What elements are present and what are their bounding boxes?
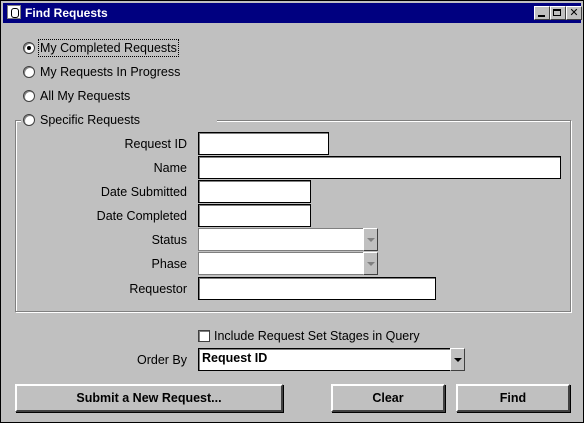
maximize-button[interactable]	[550, 6, 566, 20]
date-submitted-label: Date Submitted	[100, 185, 187, 199]
chevron-down-icon[interactable]	[450, 348, 465, 371]
find-button[interactable]: Find	[456, 384, 570, 412]
include-stages-label: Include Request Set Stages in Query	[214, 329, 420, 343]
date-completed-label: Date Completed	[96, 209, 187, 223]
radio-label: All My Requests	[40, 89, 131, 103]
radio-specific-requests[interactable]: Specific Requests	[23, 111, 140, 129]
phase-select[interactable]	[198, 252, 364, 275]
title-bar[interactable]: Find Requests ✕	[3, 3, 582, 23]
submit-new-request-button[interactable]: Submit a New Request...	[15, 384, 283, 412]
app-icon	[7, 5, 21, 19]
status-label: Status	[151, 233, 187, 247]
radio-label: My Requests In Progress	[40, 65, 181, 79]
chevron-down-icon[interactable]	[363, 228, 378, 251]
clear-button[interactable]: Clear	[331, 384, 445, 412]
radio-selected-icon[interactable]	[23, 42, 35, 54]
request-id-field[interactable]	[198, 132, 329, 155]
radio-label: My Completed Requests	[38, 39, 179, 57]
name-label: Name	[153, 161, 187, 175]
window-title: Find Requests	[25, 6, 108, 20]
status-select[interactable]	[198, 228, 364, 251]
date-completed-field[interactable]	[198, 204, 311, 227]
order-by-select[interactable]: Request ID	[198, 348, 451, 371]
requestor-label: Requestor	[129, 282, 187, 296]
name-field[interactable]	[198, 156, 561, 179]
order-by-label: Order By	[136, 353, 187, 367]
phase-label: Phase	[151, 257, 187, 271]
requestor-field[interactable]	[198, 277, 436, 300]
radio-unselected-icon[interactable]	[23, 66, 35, 78]
radio-my-requests-in-progress[interactable]: My Requests In Progress	[23, 63, 180, 81]
request-id-label: Request ID	[124, 137, 187, 151]
radio-my-completed-requests[interactable]: My Completed Requests	[23, 39, 179, 57]
chevron-down-icon[interactable]	[363, 252, 378, 275]
radio-unselected-icon[interactable]	[23, 114, 35, 126]
include-stages-checkbox[interactable]	[198, 330, 210, 342]
date-submitted-field[interactable]	[198, 180, 311, 203]
radio-unselected-icon[interactable]	[23, 90, 35, 102]
radio-label: Specific Requests	[40, 113, 141, 127]
find-requests-window: Find Requests ✕ My Completed Requests My…	[0, 0, 584, 423]
radio-all-my-requests[interactable]: All My Requests	[23, 87, 130, 105]
minimize-button[interactable]	[534, 6, 550, 20]
close-button[interactable]: ✕	[566, 6, 582, 20]
